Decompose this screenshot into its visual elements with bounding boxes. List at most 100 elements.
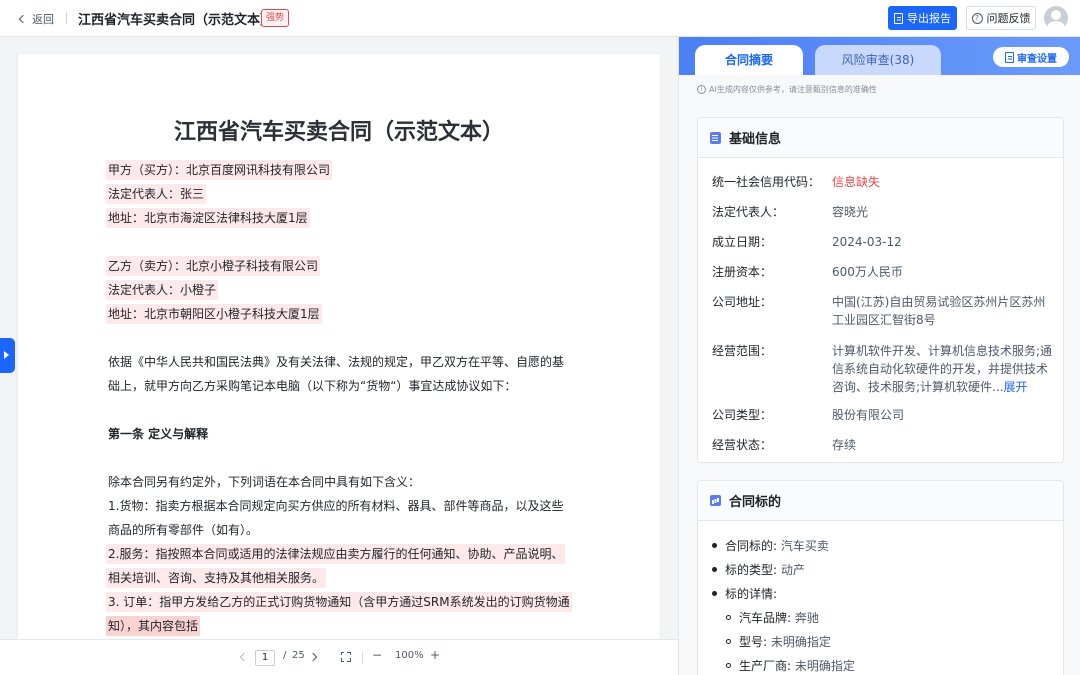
list-item: 标的详情: [712, 585, 777, 603]
page-number-input[interactable]: 1 [255, 650, 275, 666]
tab-risk-review[interactable]: 风险审查(38) [815, 45, 941, 75]
prev-page-icon[interactable] [239, 652, 249, 662]
document-icon [894, 12, 903, 24]
section-heading: 第一条 定义与解释 [108, 427, 209, 441]
item-value: 未明确指定 [770, 635, 831, 649]
avatar[interactable] [1044, 6, 1068, 30]
info-key: 成立日期： [712, 235, 773, 249]
info-key: 公司地址： [712, 295, 773, 309]
expand-link[interactable]: 展开 [1004, 380, 1028, 394]
info-value: 计算机软件开发、计算机信息技术服务;通信系统自动化软硬件的开发，并提供技术咨询、… [832, 342, 1054, 396]
contract-subject-card: 合同标的 合同标的: 汽车买卖 标的类型: 动产 标的详情: 汽车品牌: 奔驰 … [697, 480, 1064, 675]
info-value: 600万人民币 [832, 265, 903, 279]
back-button[interactable]: 返回 [18, 11, 54, 27]
item-key: 型号: [739, 635, 768, 649]
back-label: 返回 [32, 13, 54, 26]
info-key: 注册资本： [712, 265, 773, 279]
feedback-label: 问题反馈 [986, 12, 1031, 25]
export-report-button[interactable]: 导出报告 [888, 6, 957, 30]
sidebar-toggle-button[interactable] [0, 338, 15, 373]
position-tag: 强势 [261, 9, 290, 27]
info-key: 经营状态： [712, 438, 773, 452]
doc-line[interactable]: 2.服务：指按照本合同或适用的法律法规应由卖方履行的任何通知、协助、产品说明、 [106, 544, 566, 564]
info-key: 经营范围： [712, 344, 773, 358]
document-title: 江西省汽车买卖合同（示范文本） [78, 13, 274, 28]
doc-line: 1.货物：指卖方根据本合同规定向买方供应的所有材料、器具、部件等商品，以及这些 [108, 499, 564, 513]
next-page-icon[interactable] [308, 652, 318, 662]
doc-line: 依据《中华人民共和国民法典》及有关法律、法规的规定，甲乙双方在平等、自愿的基 [108, 355, 565, 369]
bar-chart-icon [710, 495, 721, 506]
item-key: 合同标的: [725, 539, 778, 553]
doc-line: 础上，就甲方向乙方采购笔记本电脑（以下称为“货物“）事宜达成协议如下： [108, 379, 517, 393]
summary-panel: 合同摘要 风险审查(38) 审查设置 ! AI生成内容仅供参考，请注意甄别信息的… [678, 37, 1080, 675]
page-separator: / [283, 650, 287, 661]
card-title: 基础信息 [729, 132, 782, 147]
zoom-out-button[interactable]: − [372, 648, 382, 662]
tab-summary[interactable]: 合同摘要 [695, 45, 803, 75]
item-key: 标的类型: [725, 563, 778, 577]
card-title: 合同标的 [729, 495, 782, 510]
list-item: 生产厂商: 未明确指定 [726, 657, 855, 675]
info-value-missing: 信息缺失 [832, 175, 881, 189]
panel-tabs: 合同摘要 风险审查(38) 审查设置 [679, 37, 1080, 75]
card-header: 基础信息 [698, 118, 1063, 158]
item-key: 生产厂商: [739, 659, 792, 673]
bullet-icon [726, 639, 731, 644]
export-label: 导出报告 [907, 12, 951, 25]
page-title: 江西省汽车买卖合同（示范文本） [173, 120, 504, 145]
info-key: 法定代表人： [712, 205, 785, 219]
settings-label: 审查设置 [1017, 53, 1057, 65]
doc-line: 除本合同另有约定外，下列词语在本合同中具有如下含义： [108, 475, 421, 489]
notice-text: AI生成内容仅供参考，请注意甄别信息的准确性 [709, 85, 877, 94]
document-page: 江西省汽车买卖合同（示范文本） 甲方（买方）：北京百度网讯科技有限公司 法定代表… [18, 54, 660, 639]
doc-line[interactable]: 知），其内容包括 [106, 616, 201, 636]
info-value: 股份有限公司 [832, 408, 905, 422]
bullet-icon [712, 543, 717, 548]
list-icon [710, 131, 721, 144]
doc-line[interactable]: 相关培训、咨询、支持及其他相关服务。 [106, 568, 327, 588]
info-key: 统一社会信用代码： [712, 175, 821, 189]
top-bar: 返回 江西省汽车买卖合同（示范文本） 强势 导出报告 ? 问题反馈 [0, 0, 1080, 37]
list-item: 汽车品牌: 奔驰 [726, 609, 819, 627]
bullet-icon [726, 663, 731, 668]
zoom-in-button[interactable]: + [430, 648, 440, 662]
doc-line[interactable]: 3. 订单：指甲方发给乙方的正式订购货物通知（含甲方通过SRM系统发出的订购货物… [106, 592, 572, 612]
total-pages: 25 [292, 650, 305, 661]
doc-line[interactable]: 乙方（卖方）：北京小橙子科技有限公司 [106, 256, 321, 276]
list-item: 标的类型: 动产 [712, 561, 805, 579]
doc-line[interactable]: 法定代表人：张三 [106, 184, 207, 204]
chevron-left-icon [18, 14, 28, 24]
zoom-level: 100% [395, 650, 424, 661]
doc-line[interactable]: 地址：北京市朝阳区小橙子科技大厦1层 [106, 304, 322, 324]
info-value: 存续 [832, 438, 857, 452]
info-key: 公司类型： [712, 408, 773, 422]
fullscreen-icon[interactable] [340, 651, 352, 663]
item-value: 未明确指定 [794, 659, 855, 673]
bullet-icon [712, 567, 717, 572]
doc-line[interactable]: 地址：北京市海淀区法律科技大厦1层 [106, 208, 310, 228]
card-header: 合同标的 [698, 481, 1063, 521]
review-settings-button[interactable]: 审查设置 [993, 47, 1069, 67]
divider [362, 652, 363, 664]
list-item: 型号: 未明确指定 [726, 633, 831, 651]
item-value: 奔驰 [794, 611, 819, 625]
info-value: 中国(江苏)自由贸易试验区苏州片区苏州工业园区汇智街8号 [832, 295, 1046, 327]
info-value: 容晓光 [832, 205, 869, 219]
divider [66, 12, 67, 24]
feedback-button[interactable]: ? 问题反馈 [966, 6, 1036, 30]
document-icon [1005, 51, 1014, 63]
doc-line[interactable]: 法定代表人：小橙子 [106, 280, 219, 300]
help-icon: ? [971, 12, 983, 24]
bullet-icon [712, 591, 717, 596]
info-icon: ! [697, 85, 706, 94]
item-key: 汽车品牌: [739, 611, 792, 625]
item-value: 汽车买卖 [780, 539, 829, 553]
document-viewer: 江西省汽车买卖合同（示范文本） 甲方（买方）：北京百度网讯科技有限公司 法定代表… [0, 37, 678, 639]
info-value: 2024-03-12 [832, 235, 902, 249]
basic-info-card: 基础信息 统一社会信用代码： 信息缺失 法定代表人： 容晓光 成立日期： 202… [697, 117, 1064, 463]
doc-line[interactable]: 甲方（买方）：北京百度网讯科技有限公司 [106, 160, 333, 180]
bullet-icon [726, 615, 731, 620]
pagination-bar: 1 / 25 − 100% + [0, 639, 678, 675]
doc-line: 商品的所有零部件（如有）。 [108, 523, 259, 537]
item-value: 动产 [780, 563, 805, 577]
